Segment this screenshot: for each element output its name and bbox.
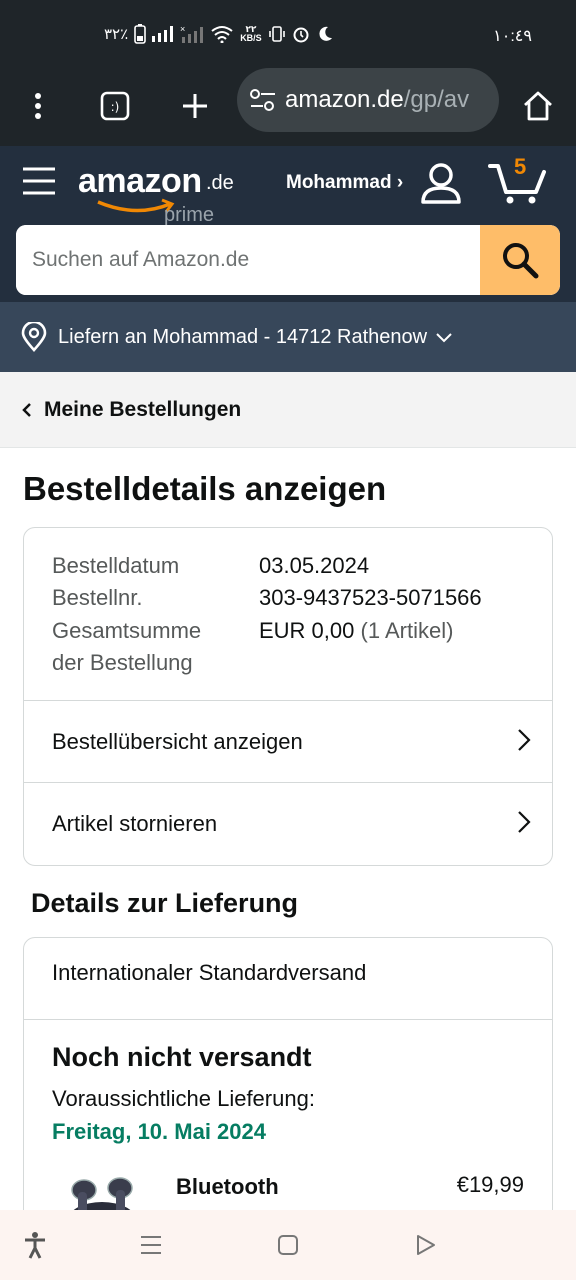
view-order-summary-link[interactable]: Bestellübersicht anzeigen (24, 700, 552, 782)
svg-text:×: × (180, 25, 185, 34)
battery-icon (134, 24, 146, 44)
menu-dots-icon (35, 93, 41, 119)
hamburger-icon (23, 167, 55, 195)
browser-toolbar: :) amazon.de/gp/av (0, 68, 576, 146)
recent-apps-icon (141, 1236, 161, 1254)
product-price: €19,99 (456, 1172, 524, 1197)
address-bar[interactable]: amazon.de/gp/av (237, 68, 499, 132)
divider (24, 1019, 552, 1020)
status-icons: ٣٢٪ × ٢٢ KB/S (104, 24, 334, 44)
accessibility-button[interactable] (20, 1230, 50, 1260)
user-icon (421, 163, 461, 204)
shipment-status: Noch nicht versandt (52, 1042, 312, 1072)
breadcrumb[interactable]: Meine Bestellungen (0, 372, 576, 448)
expected-delivery-date: Freitag, 10. Mai 2024 (52, 1119, 266, 1144)
tabs-icon: :) (100, 91, 130, 121)
tabs-button[interactable]: :) (91, 82, 139, 130)
new-tab-button[interactable] (171, 82, 219, 130)
chevron-down-icon (436, 333, 452, 343)
search-input[interactable] (16, 225, 480, 295)
new-tab-icon (183, 94, 207, 118)
order-number-label: Bestellnr. (52, 585, 143, 610)
vibrate-icon (268, 26, 285, 42)
order-total-amount: EUR 0,00 (259, 618, 355, 643)
amazon-logo[interactable]: amazon .de prime (78, 162, 234, 226)
status-bar: ٣٢٪ × ٢٢ KB/S ١٠:٤٩ (0, 0, 576, 68)
shipping-method: Internationaler Standardversand (52, 960, 367, 985)
order-total-label-1: Gesamtsumme (52, 618, 202, 643)
accessibility-icon (25, 1232, 45, 1259)
system-nav-bar (0, 1210, 576, 1280)
product-title[interactable]: Bluetooth (176, 1172, 279, 1202)
cart-count: 5 (514, 154, 527, 179)
logo-text: amazon (78, 162, 202, 200)
signal-no-service-icon: × (180, 25, 204, 43)
cancel-items-link[interactable]: Artikel stornieren (24, 782, 552, 864)
wifi-icon (211, 26, 233, 43)
chevron-left-icon (22, 402, 31, 417)
order-summary-card: Bestelldatum 03.05.2024 Bestellnr. 303-9… (23, 527, 553, 866)
home-icon (524, 91, 552, 121)
net-speed: ٢٢ KB/S (240, 25, 262, 43)
clock-text: ١٠:٤٩ (493, 28, 532, 45)
site-settings-icon[interactable] (249, 88, 277, 112)
order-date-value: 03.05.2024 (259, 553, 370, 578)
view-order-summary-label: Bestellübersicht anzeigen (52, 728, 303, 754)
delivery-location-text: Liefern an Mohammad - 14712 Rathenow (58, 325, 428, 348)
order-number-value: 303-9437523-5071566 (259, 585, 482, 610)
account-button[interactable] (420, 162, 462, 209)
page-title: Bestelldetails anzeigen (23, 470, 387, 507)
expected-delivery-label: Voraussichtliche Lieferung: (52, 1086, 315, 1111)
url-host: amazon.de (285, 86, 404, 113)
home-button[interactable] (514, 82, 562, 130)
delivery-location-bar[interactable]: Liefern an Mohammad - 14712 Rathenow (0, 302, 576, 372)
home-nav-button[interactable] (273, 1230, 303, 1260)
chevron-right-icon (518, 729, 531, 751)
search-icon (503, 243, 539, 279)
signal-icon (152, 26, 174, 42)
shipment-card: Internationaler Standardversand Noch nic… (23, 937, 553, 1237)
order-date-label: Bestelldatum (52, 553, 180, 578)
recent-apps-button[interactable] (136, 1230, 166, 1260)
alarm-icon (293, 27, 309, 43)
location-pin-icon (21, 322, 47, 352)
url-path: /gp/av (403, 86, 470, 113)
url-text[interactable]: amazon.de/gp/av (285, 86, 485, 114)
chevron-right-icon (518, 811, 531, 833)
cancel-items-label: Artikel stornieren (52, 810, 218, 836)
back-button[interactable] (410, 1230, 440, 1260)
logo-prime: prime (164, 204, 215, 226)
account-link[interactable]: Mohammad › (286, 172, 403, 194)
moon-icon (319, 26, 332, 41)
breadcrumb-label: Meine Bestellungen (44, 397, 242, 421)
order-total-label-2: der Bestellung (52, 650, 193, 675)
home-square-icon (278, 1235, 298, 1255)
battery-text: ٣٢٪ (104, 26, 129, 43)
amazon-header: amazon .de prime Mohammad › 5 (0, 146, 576, 302)
menu-dots-button[interactable] (14, 82, 62, 130)
logo-tld: .de (206, 172, 234, 194)
back-triangle-icon (417, 1235, 435, 1255)
hamburger-menu-button[interactable] (22, 166, 56, 201)
search-button[interactable] (480, 225, 560, 295)
order-total-items: (1 Artikel) (360, 618, 454, 643)
search-bar (16, 225, 560, 295)
svg-text::): :) (111, 100, 120, 114)
net-speed-unit: KB/S (240, 33, 262, 43)
order-total-value: EUR 0,00 (1 Artikel) (259, 615, 453, 647)
delivery-details-heading: Details zur Lieferung (31, 888, 299, 918)
